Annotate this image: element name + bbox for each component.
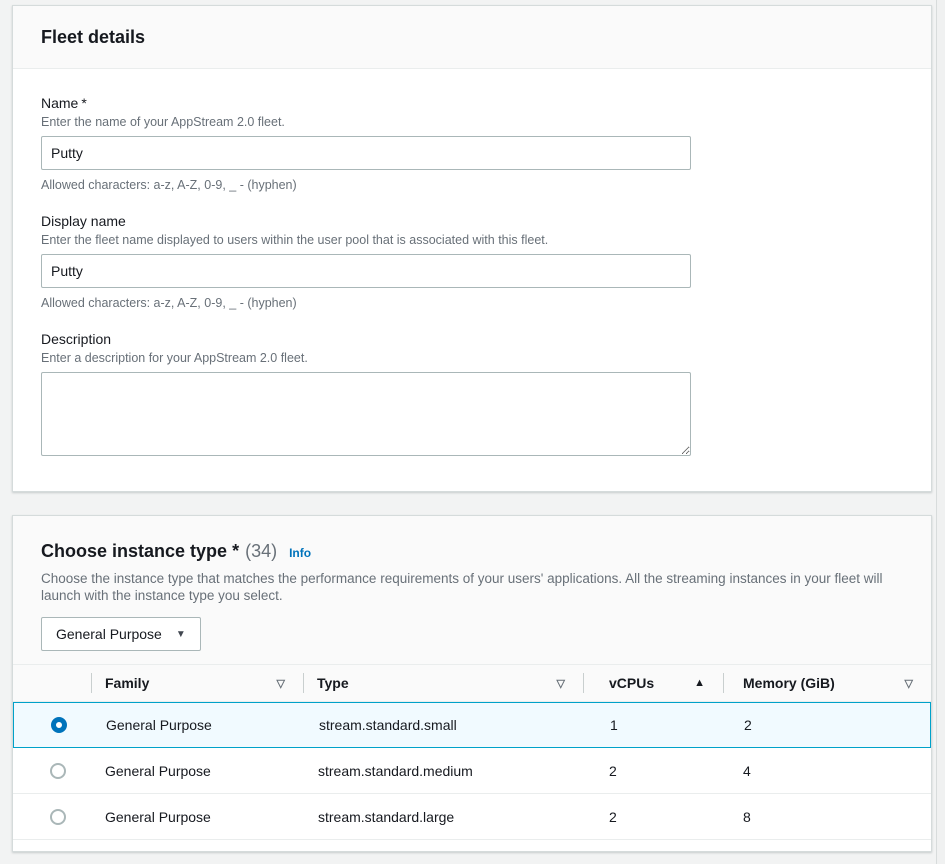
required-marker: * bbox=[81, 95, 86, 111]
radio-unselected[interactable] bbox=[50, 809, 66, 825]
name-hint: Enter the name of your AppStream 2.0 fle… bbox=[41, 115, 903, 129]
instance-type-table-header: Family ▽ Type ▽ vCPUs ▲ Memory (GiB) ▽ bbox=[13, 665, 931, 702]
instance-type-table: Family ▽ Type ▽ vCPUs ▲ Memory (GiB) ▽ G… bbox=[13, 664, 931, 851]
radio-selected[interactable] bbox=[51, 717, 67, 733]
fleet-details-body: Name* Enter the name of your AppStream 2… bbox=[13, 69, 931, 456]
required-marker: * bbox=[232, 541, 239, 561]
description-label: Description bbox=[41, 331, 903, 347]
fleet-details-card: Fleet details Name* Enter the name of yo… bbox=[12, 5, 932, 492]
display-name-hint: Enter the fleet name displayed to users … bbox=[41, 233, 903, 247]
display-name-label: Display name bbox=[41, 213, 903, 229]
instance-type-count: (34) bbox=[245, 541, 277, 562]
instance-family-dropdown-value: General Purpose bbox=[56, 626, 162, 642]
sort-ascending-icon[interactable]: ▲ bbox=[694, 677, 705, 689]
description-textarea[interactable] bbox=[41, 372, 691, 456]
choose-instance-type-title: Choose instance type * bbox=[41, 541, 239, 562]
description-hint: Enter a description for your AppStream 2… bbox=[41, 351, 903, 365]
chevron-down-icon: ▼ bbox=[176, 629, 186, 640]
description-field-group: Description Enter a description for your… bbox=[41, 331, 903, 456]
column-header-memory[interactable]: Memory (GiB) ▽ bbox=[723, 665, 931, 701]
table-row[interactable]: General Purpose stream.standard.medium 2… bbox=[13, 748, 931, 794]
choose-instance-type-header: Choose instance type * (34) Info Choose … bbox=[13, 516, 931, 651]
name-field-group: Name* Enter the name of your AppStream 2… bbox=[41, 95, 903, 192]
filter-triangle-down-icon[interactable]: ▽ bbox=[277, 677, 285, 690]
table-row[interactable]: General Purpose stream.standard.small 1 … bbox=[13, 702, 931, 748]
choose-instance-type-card: Choose instance type * (34) Info Choose … bbox=[12, 515, 932, 852]
radio-unselected[interactable] bbox=[50, 763, 66, 779]
info-link[interactable]: Info bbox=[289, 546, 311, 560]
choose-instance-type-description: Choose the instance type that matches th… bbox=[41, 570, 903, 604]
fleet-details-header: Fleet details bbox=[13, 6, 931, 69]
name-input[interactable] bbox=[41, 136, 691, 170]
fleet-details-title: Fleet details bbox=[41, 27, 145, 48]
name-label: Name* bbox=[41, 95, 903, 111]
display-name-field-group: Display name Enter the fleet name displa… bbox=[41, 213, 903, 310]
display-name-input[interactable] bbox=[41, 254, 691, 288]
filter-triangle-down-icon[interactable]: ▽ bbox=[557, 677, 565, 690]
display-name-allowed-characters-note: Allowed characters: a-z, A-Z, 0-9, _ - (… bbox=[41, 296, 903, 310]
vertical-scrollbar[interactable] bbox=[936, 0, 945, 864]
choose-instance-type-title-row: Choose instance type * (34) Info bbox=[41, 541, 903, 562]
column-header-family[interactable]: Family ▽ bbox=[91, 665, 303, 701]
filter-triangle-down-icon[interactable]: ▽ bbox=[905, 677, 913, 690]
column-header-vcpus[interactable]: vCPUs ▲ bbox=[583, 665, 723, 701]
column-header-type[interactable]: Type ▽ bbox=[303, 665, 583, 701]
name-allowed-characters-note: Allowed characters: a-z, A-Z, 0-9, _ - (… bbox=[41, 178, 903, 192]
instance-family-dropdown[interactable]: General Purpose ▼ bbox=[41, 617, 201, 651]
table-row[interactable]: General Purpose stream.standard.large 2 … bbox=[13, 794, 931, 840]
